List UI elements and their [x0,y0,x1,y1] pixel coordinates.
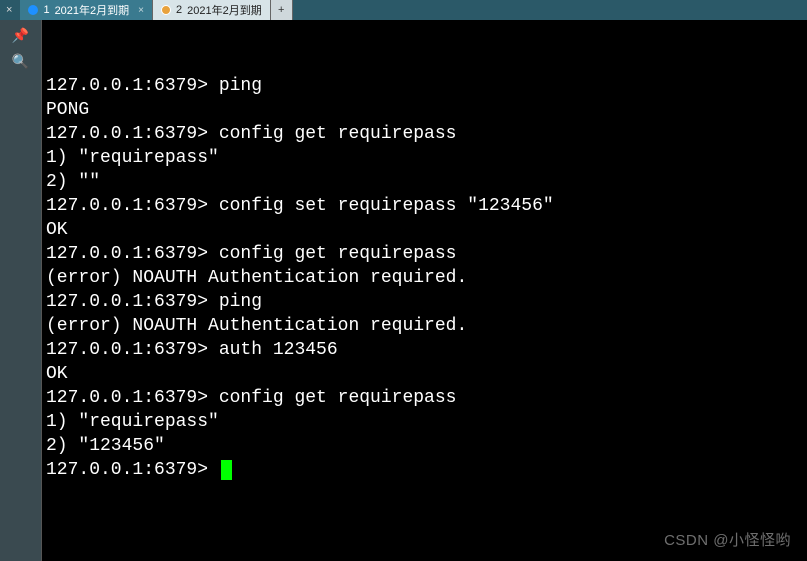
terminal-output-line: (error) NOAUTH Authentication required. [46,266,803,290]
sidebar: 📌 🔍 [0,20,42,561]
status-dot-icon [161,5,171,15]
tab-index: 1 [43,4,49,16]
titlebar-left-marker: × [6,0,12,20]
terminal-output[interactable]: 127.0.0.1:6379> pingPONG127.0.0.1:6379> … [42,20,807,561]
main-area: 📌 🔍 127.0.0.1:6379> pingPONG127.0.0.1:63… [0,20,807,561]
terminal-output-line: PONG [46,98,803,122]
plus-icon: + [278,4,284,16]
tab-session-2[interactable]: 2 2021年2月到期 [153,0,271,20]
terminal-command-line: 127.0.0.1:6379> auth 123456 [46,338,803,362]
terminal-output-line: 1) "requirepass" [46,410,803,434]
new-tab-button[interactable]: + [271,0,293,20]
terminal-cursor [221,460,232,480]
terminal-output-line: 2) "123456" [46,434,803,458]
terminal-output-line: OK [46,218,803,242]
terminal-command-line: 127.0.0.1:6379> ping [46,290,803,314]
terminal-command-line: 127.0.0.1:6379> [46,458,803,482]
title-bar: × 1 2021年2月到期 × 2 2021年2月到期 + [0,0,807,20]
close-icon[interactable]: × [138,5,144,16]
terminal-output-line: 2) "" [46,170,803,194]
search-icon[interactable]: 🔍 [12,52,30,70]
terminal-output-line: OK [46,362,803,386]
terminal-command-line: 127.0.0.1:6379> ping [46,74,803,98]
tab-session-1[interactable]: 1 2021年2月到期 × [20,0,153,20]
terminal-command-line: 127.0.0.1:6379> config get requirepass [46,122,803,146]
terminal-command-line: 127.0.0.1:6379> config set requirepass "… [46,194,803,218]
watermark: CSDN @小怪怪哟 [664,529,791,553]
terminal-output-line: 1) "requirepass" [46,146,803,170]
terminal-command-line: 127.0.0.1:6379> config get requirepass [46,386,803,410]
tab-label: 2021年2月到期 [55,2,130,18]
status-dot-icon [28,5,38,15]
terminal-output-line: (error) NOAUTH Authentication required. [46,314,803,338]
tab-label: 2021年2月到期 [187,2,262,18]
pin-icon[interactable]: 📌 [12,26,30,44]
tab-index: 2 [176,4,182,16]
terminal-command-line: 127.0.0.1:6379> config get requirepass [46,242,803,266]
